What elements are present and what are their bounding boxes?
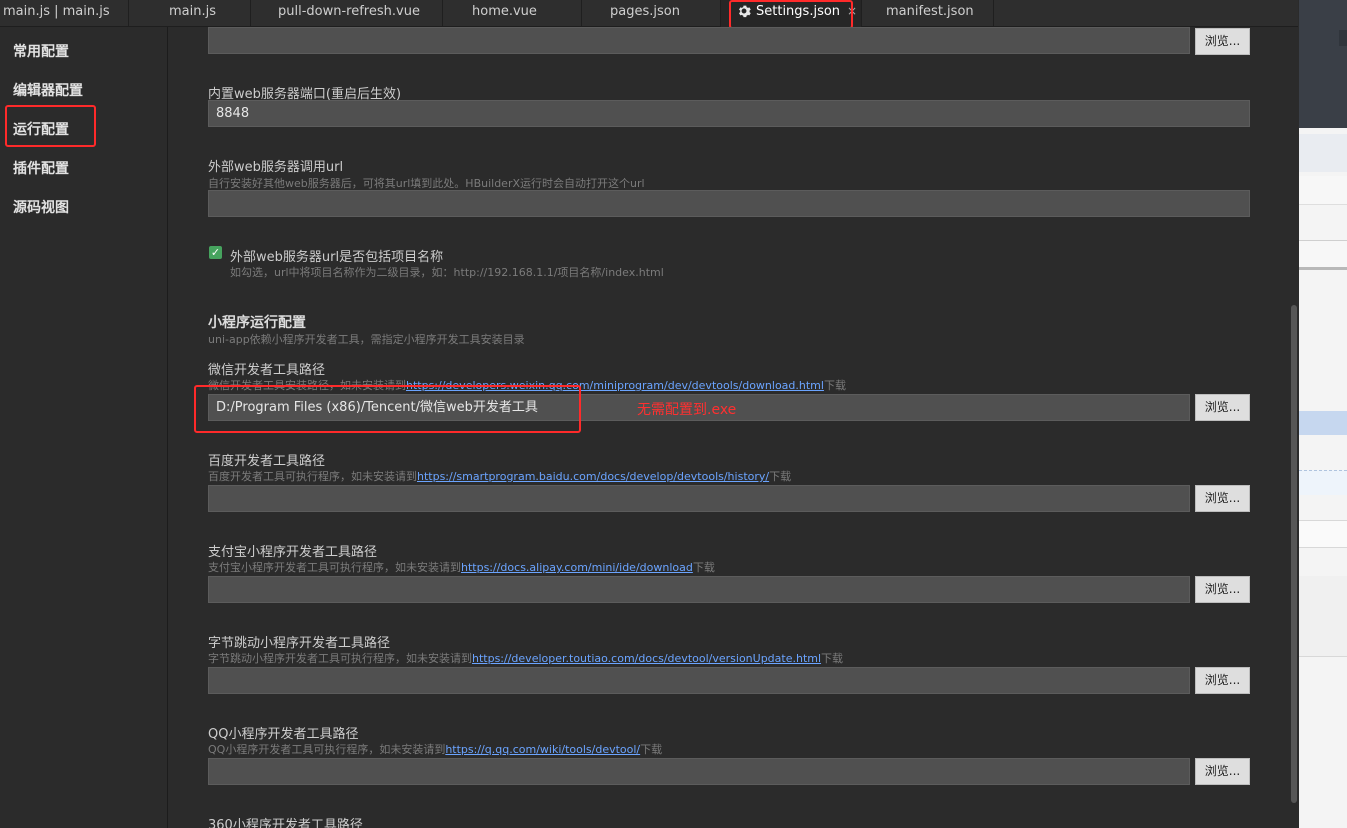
previous-path-field[interactable] — [208, 27, 1190, 54]
include-project-label: 外部web服务器url是否包括项目名称 — [230, 250, 444, 265]
background-row — [1299, 520, 1347, 548]
baidu-download-link[interactable]: https://smartprogram.baidu.com/docs/deve… — [417, 470, 769, 483]
tab-divider — [442, 0, 443, 26]
wechat-browse-button[interactable]: 浏览... — [1195, 394, 1250, 421]
toutiao-tool-label: 字节跳动小程序开发者工具路径 — [208, 636, 391, 651]
settings-sidebar: 常用配置 编辑器配置 运行配置 插件配置 源码视图 — [0, 27, 168, 828]
tab-divider — [861, 0, 862, 26]
annotation-note: 无需配置到.exe — [637, 402, 737, 418]
tab-home-vue[interactable]: home.vue — [472, 0, 537, 26]
background-row — [1299, 576, 1347, 657]
alipay-tool-path-input[interactable] — [208, 576, 1190, 603]
toutiao-tool-desc: 字节跳动小程序开发者工具可执行程序，如未安装请到https://develope… — [208, 652, 844, 665]
tab-pages-json[interactable]: pages.json — [610, 0, 680, 26]
baidu-tool-desc: 百度开发者工具可执行程序，如未安装请到https://smartprogram.… — [208, 470, 792, 483]
background-row — [1299, 240, 1347, 270]
tab-divider — [581, 0, 582, 26]
baidu-tool-label: 百度开发者工具路径 — [208, 454, 326, 469]
qq-tool-desc: QQ小程序开发者工具可执行程序，如未安装请到https://q.qq.com/w… — [208, 743, 663, 756]
toutiao-tool-path-input[interactable] — [208, 667, 1190, 694]
highlight-box-settings-tab — [729, 0, 853, 29]
alipay-tool-desc: 支付宝小程序开发者工具可执行程序，如未安装请到https://docs.alip… — [208, 561, 715, 574]
toutiao-download-link[interactable]: https://developer.toutiao.com/docs/devto… — [472, 652, 821, 665]
miniprogram-section-desc: uni-app依赖小程序开发者工具，需指定小程序开发工具安装目录 — [208, 333, 525, 346]
alipay-download-link[interactable]: https://docs.alipay.com/mini/ide/downloa… — [461, 561, 693, 574]
360-tool-label: 360小程序开发者工具路径 — [208, 818, 363, 828]
tab-divider — [993, 0, 994, 26]
background-row — [1299, 176, 1347, 205]
highlight-box-wechat-path — [194, 385, 581, 433]
tab-pull-down-refresh[interactable]: pull-down-refresh.vue — [278, 0, 420, 26]
tab-divider — [250, 0, 251, 26]
tab-manifest-json[interactable]: manifest.json — [886, 0, 974, 26]
background-selected-row — [1299, 411, 1347, 435]
tab-bar: main.js | main.js main.js pull-down-refr… — [0, 0, 1298, 27]
tab-main-js-pair[interactable]: main.js | main.js — [3, 0, 110, 26]
external-url-desc: 自行安装好其他web服务器后，可将其url填到此处。HBuilderX运行时会自… — [208, 177, 645, 190]
sidebar-item-editor[interactable]: 编辑器配置 — [13, 80, 83, 100]
scrollbar-thumb[interactable] — [1291, 305, 1297, 803]
background-window-panel — [1299, 0, 1347, 828]
qq-browse-button[interactable]: 浏览... — [1195, 758, 1250, 785]
highlight-box-run-config — [5, 105, 96, 147]
external-url-label: 外部web服务器调用url — [208, 160, 344, 175]
toutiao-browse-button[interactable]: 浏览... — [1195, 667, 1250, 694]
qq-tool-label: QQ小程序开发者工具路径 — [208, 727, 359, 742]
browse-button[interactable]: 浏览... — [1195, 28, 1250, 55]
alipay-tool-label: 支付宝小程序开发者工具路径 — [208, 545, 378, 560]
background-row — [1299, 470, 1347, 495]
baidu-browse-button[interactable]: 浏览... — [1195, 485, 1250, 512]
background-row — [1299, 134, 1347, 172]
include-project-desc: 如勾选，url中将项目名称作为二级目录，如：http://192.168.1.1… — [230, 266, 664, 279]
baidu-tool-path-input[interactable] — [208, 485, 1190, 512]
alipay-browse-button[interactable]: 浏览... — [1195, 576, 1250, 603]
qq-download-link[interactable]: https://q.qq.com/wiki/tools/devtool/ — [445, 743, 640, 756]
sidebar-item-plugins[interactable]: 插件配置 — [13, 158, 69, 178]
sidebar-item-source-view[interactable]: 源码视图 — [13, 197, 69, 217]
wechat-tool-label: 微信开发者工具路径 — [208, 363, 326, 378]
qq-tool-path-input[interactable] — [208, 758, 1190, 785]
external-url-input[interactable] — [208, 190, 1250, 217]
sidebar-item-general[interactable]: 常用配置 — [13, 41, 69, 61]
port-input[interactable]: 8848 — [208, 100, 1250, 127]
tab-main-js[interactable]: main.js — [169, 0, 216, 26]
tab-divider — [128, 0, 129, 26]
include-project-checkbox[interactable]: ✓ — [209, 246, 222, 259]
miniprogram-section-title: 小程序运行配置 — [208, 315, 306, 331]
background-dark-block — [1299, 0, 1347, 128]
background-accent — [1339, 30, 1347, 46]
